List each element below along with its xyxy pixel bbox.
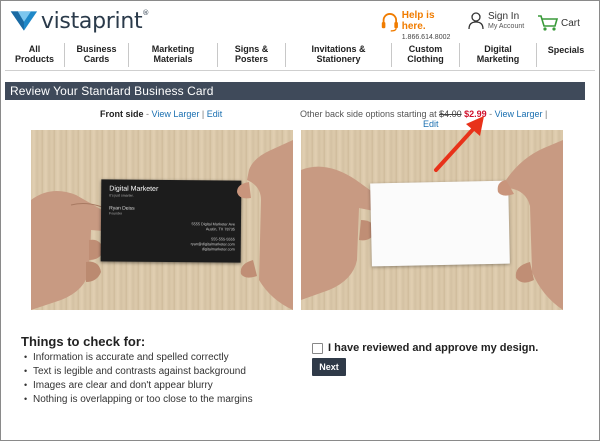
- nav-all-products[interactable]: All Products: [5, 43, 65, 67]
- nav-signs-posters[interactable]: Signs & Posters: [218, 43, 286, 67]
- front-card-preview[interactable]: Digital Marketer It's just smarter. Ryan…: [31, 130, 293, 310]
- front-side-title: Front side: [100, 109, 144, 119]
- right-hand-image: [237, 140, 293, 310]
- front-edit-link[interactable]: Edit: [207, 109, 223, 119]
- help-link[interactable]: Help is here. 1.866.614.8002: [380, 10, 455, 41]
- page-title: Review Your Standard Business Card: [10, 84, 214, 98]
- sign-in-link[interactable]: Sign In My Account: [468, 12, 530, 34]
- logo-text: vistaprint®: [40, 8, 149, 34]
- headset-icon: [381, 13, 398, 32]
- card-address: 5555 Digital Marketer Ave Austin, TX 7873…: [191, 222, 235, 232]
- help-phone[interactable]: 1.866.614.8002: [402, 32, 455, 43]
- approve-row: I have reviewed and approve my design.: [312, 340, 562, 356]
- front-side-label: Front side - View Larger | Edit: [100, 109, 223, 119]
- cart-label: Cart: [561, 17, 580, 29]
- annotation-arrow-icon: [434, 116, 484, 172]
- nav-invitations-stationery[interactable]: Invitations & Stationery: [286, 43, 392, 67]
- checklist-title: Things to check for:: [21, 334, 146, 349]
- business-card-front: Digital Marketer It's just smarter. Ryan…: [100, 179, 242, 263]
- nav-digital-marketing[interactable]: Digital Marketing: [460, 43, 537, 67]
- cart-link[interactable]: Cart: [537, 13, 587, 33]
- nav-business-cards[interactable]: Business Cards: [65, 43, 129, 67]
- approve-label[interactable]: I have reviewed and approve my design.: [328, 342, 538, 354]
- vistaprint-logo[interactable]: vistaprint®: [9, 7, 149, 35]
- front-view-larger-link[interactable]: View Larger: [152, 109, 200, 119]
- checklist: Information is accurate and spelled corr…: [24, 352, 284, 408]
- nav-specials[interactable]: Specials: [537, 43, 595, 67]
- back-options-text: Other back side options starting at: [300, 109, 440, 119]
- card-role: Founder: [109, 211, 123, 216]
- card-company: Digital Marketer: [109, 185, 159, 193]
- card-contact: 555-555-5555 ryan@digitalmarketer.com digi…: [190, 237, 235, 252]
- user-icon: [468, 12, 484, 30]
- nav-custom-clothing[interactable]: Custom Clothing: [392, 43, 460, 67]
- approve-checkbox[interactable]: [312, 342, 323, 354]
- checklist-item: Nothing is overlapping or too close to t…: [24, 394, 284, 405]
- right-hand-image-back: [497, 140, 563, 310]
- back-view-larger-link[interactable]: View Larger: [495, 109, 543, 119]
- nav-marketing-materials[interactable]: Marketing Materials: [129, 43, 218, 67]
- checklist-item: Information is accurate and spelled corr…: [24, 352, 284, 363]
- help-title: Help is here.: [401, 10, 435, 32]
- page-title-bar: Review Your Standard Business Card: [5, 82, 585, 100]
- cart-icon: [538, 15, 559, 31]
- card-tagline: It's just smarter.: [109, 193, 134, 198]
- checklist-item: Text is legible and contrasts against ba…: [24, 366, 284, 377]
- checklist-item: Images are clear and don't appear blurry: [24, 380, 284, 391]
- next-button[interactable]: Next: [312, 358, 346, 376]
- main-nav: All Products Business Cards Marketing Mater…: [5, 43, 595, 71]
- logo-mark-icon: [10, 11, 38, 31]
- my-account-label: My Account: [488, 23, 525, 30]
- sign-in-label: Sign In: [488, 11, 520, 22]
